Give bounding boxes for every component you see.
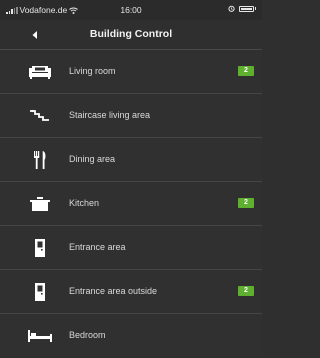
count-badge: 2 (238, 66, 254, 76)
alarm-icon (227, 5, 235, 12)
room-row-staircase-living-area[interactable]: Staircase living area (0, 94, 262, 138)
room-label: Living room (69, 66, 116, 76)
room-row-entrance-area[interactable]: Entrance area (0, 226, 262, 270)
stairs-icon (24, 106, 56, 126)
room-row-dining-area[interactable]: Dining area (0, 138, 262, 182)
battery-icon (238, 5, 254, 12)
room-label: Entrance area outside (69, 286, 158, 296)
cooking-pot-icon (24, 194, 56, 214)
room-row-bedroom[interactable]: Bedroom (0, 314, 262, 358)
battery-tip (254, 7, 256, 10)
page-title: Building Control (89, 28, 173, 40)
room-label: Bedroom (69, 330, 106, 340)
room-label: Dining area (69, 154, 116, 164)
room-label: Staircase living area (69, 110, 151, 120)
status-bar: Vodafone.de 16:00 (0, 0, 262, 20)
app-screen: Vodafone.de 16:00 Building Control Livin… (0, 0, 262, 358)
room-label: Kitchen (69, 198, 100, 208)
count-badge: 2 (238, 198, 254, 208)
room-row-living-room[interactable]: Living room 2 (0, 50, 262, 94)
sofa-icon (24, 62, 56, 82)
status-time: 16:00 (120, 5, 142, 15)
nav-header: Building Control (0, 20, 262, 50)
door-icon (24, 282, 56, 302)
count-badge: 2 (238, 286, 254, 296)
door-icon (24, 238, 56, 258)
room-label: Entrance area (69, 242, 126, 252)
status-right (227, 5, 256, 12)
room-list: Living room 2 Staircase living area Dini… (0, 50, 262, 358)
room-row-kitchen[interactable]: Kitchen 2 (0, 182, 262, 226)
cutlery-icon (24, 150, 56, 170)
room-row-entrance-area-outside[interactable]: Entrance area outside 2 (0, 270, 262, 314)
bed-icon (24, 326, 56, 346)
